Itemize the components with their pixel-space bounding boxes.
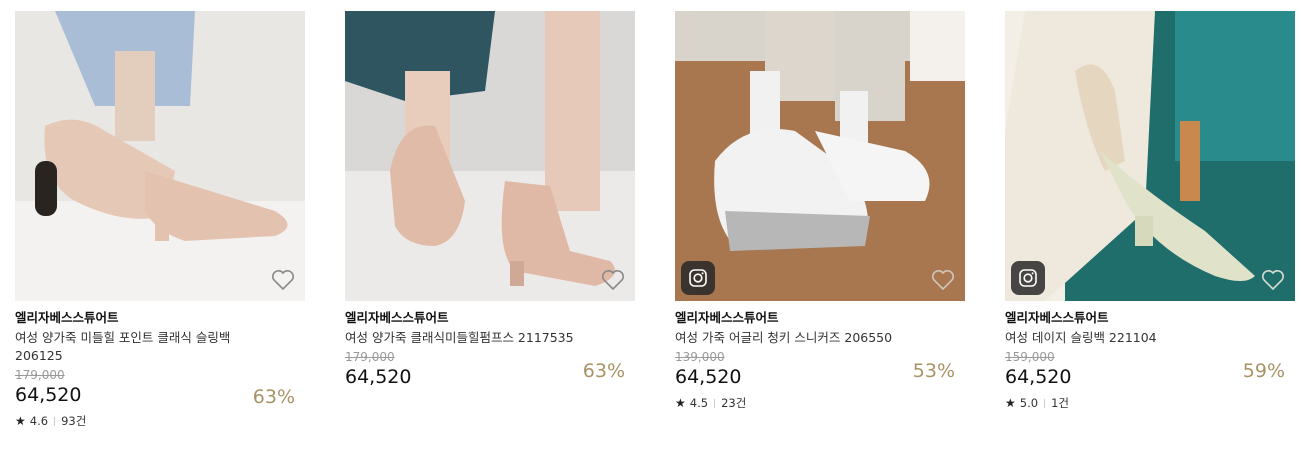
rating-value: 4.6 bbox=[29, 414, 49, 428]
product-card[interactable]: 엘리자베스스튜어트 여성 양가죽 미들힐 포인트 클래식 슬링백 206125 … bbox=[15, 11, 305, 428]
star-icon: ★ bbox=[15, 414, 26, 428]
brand-name[interactable]: 엘리자베스스튜어트 bbox=[15, 310, 305, 326]
sale-price: 64,520 bbox=[15, 384, 82, 406]
rating-value: 5.0 bbox=[1019, 396, 1039, 410]
divider bbox=[714, 398, 716, 408]
sale-price: 64,520 bbox=[675, 366, 742, 388]
product-photo bbox=[15, 11, 305, 301]
rating-row: ★ 5.0 1건 bbox=[1005, 396, 1295, 410]
product-card[interactable]: 엘리자베스스튜어트 여성 가죽 어글리 청키 스니커즈 206550 139,0… bbox=[675, 11, 965, 410]
brand-name[interactable]: 엘리자베스스튜어트 bbox=[675, 310, 965, 326]
brand-name[interactable]: 엘리자베스스튜어트 bbox=[345, 310, 635, 326]
price-row: 64,520 63% bbox=[345, 360, 635, 389]
brand-name[interactable]: 엘리자베스스튜어트 bbox=[1005, 310, 1295, 326]
product-image[interactable] bbox=[675, 11, 965, 301]
price-row: 64,520 53% bbox=[675, 360, 965, 389]
wishlist-heart-icon[interactable] bbox=[271, 269, 295, 291]
product-title[interactable]: 여성 가죽 어글리 청키 스니커즈 206550 bbox=[675, 329, 925, 347]
product-image[interactable] bbox=[1005, 11, 1295, 301]
product-title[interactable]: 여성 데이지 슬링백 221104 bbox=[1005, 329, 1255, 347]
sale-price: 64,520 bbox=[345, 366, 412, 388]
price-row: 64,520 63% bbox=[15, 383, 305, 408]
divider bbox=[1044, 398, 1046, 408]
product-title[interactable]: 여성 양가죽 클래식미들힐펌프스 2117535 bbox=[345, 329, 595, 347]
wishlist-heart-icon[interactable] bbox=[931, 269, 955, 291]
discount-rate: 63% bbox=[252, 386, 295, 408]
product-title[interactable]: 여성 양가죽 미들힐 포인트 클래식 슬링백 206125 bbox=[15, 329, 265, 365]
discount-rate: 53% bbox=[912, 360, 955, 382]
product-image[interactable] bbox=[345, 11, 635, 301]
product-card[interactable]: 엘리자베스스튜어트 여성 데이지 슬링백 221104 159,000 64,5… bbox=[1005, 11, 1295, 410]
star-icon: ★ bbox=[1005, 396, 1016, 410]
sale-price: 64,520 bbox=[1005, 366, 1072, 388]
product-photo bbox=[675, 11, 965, 301]
product-image[interactable] bbox=[15, 11, 305, 301]
rating-value: 4.5 bbox=[689, 396, 709, 410]
review-count: 23건 bbox=[721, 396, 747, 410]
price-row: 64,520 59% bbox=[1005, 360, 1295, 389]
star-icon: ★ bbox=[675, 396, 686, 410]
wishlist-heart-icon[interactable] bbox=[1261, 269, 1285, 291]
original-price: 179,000 bbox=[15, 368, 65, 382]
rating-row: ★ 4.5 23건 bbox=[675, 396, 965, 410]
product-photo bbox=[345, 11, 635, 301]
instagram-icon[interactable] bbox=[1011, 261, 1045, 295]
product-photo bbox=[1005, 11, 1295, 301]
instagram-icon[interactable] bbox=[681, 261, 715, 295]
discount-rate: 63% bbox=[582, 360, 625, 382]
review-count: 1건 bbox=[1051, 396, 1069, 410]
discount-rate: 59% bbox=[1242, 360, 1285, 382]
review-count: 93건 bbox=[61, 414, 87, 428]
wishlist-heart-icon[interactable] bbox=[601, 269, 625, 291]
divider bbox=[54, 416, 56, 426]
rating-row: ★ 4.6 93건 bbox=[15, 414, 305, 428]
product-card[interactable]: 엘리자베스스튜어트 여성 양가죽 클래식미들힐펌프스 2117535 179,0… bbox=[345, 11, 635, 389]
